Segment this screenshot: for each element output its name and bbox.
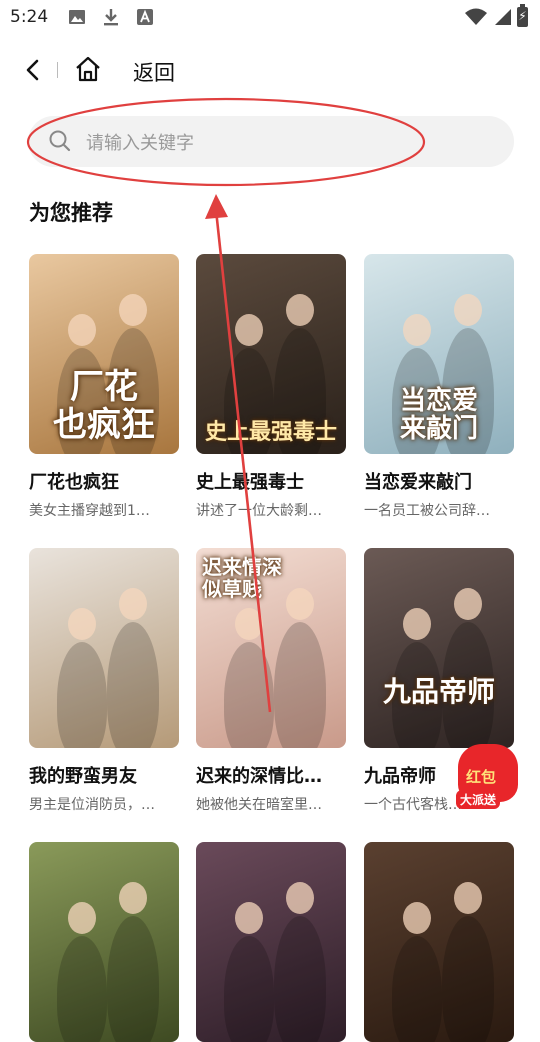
cover-figure (107, 622, 159, 748)
drama-cover[interactable]: 九品帝师 (364, 548, 514, 748)
drama-cover[interactable]: 迟来情深 似草贱 (196, 548, 346, 748)
drama-title[interactable]: 厂花也疯狂 (29, 468, 179, 494)
drama-title[interactable]: 史上最强毒士 (196, 468, 346, 494)
drama-desc: 她被他关在暗室里… (196, 797, 322, 813)
cover-figure (224, 936, 274, 1042)
drama-cover[interactable]: 史上最强毒士 (196, 254, 346, 454)
cover-figure-head (286, 294, 314, 326)
cover-title: 当恋爱 来敲门 (399, 385, 478, 445)
drama-cover[interactable] (196, 842, 346, 1042)
cover-figure-head (119, 588, 147, 620)
signal-icon (495, 9, 511, 25)
cover-title: 九品帝师 (382, 675, 495, 709)
cover-figure (274, 916, 326, 1042)
cover-figure-head (286, 882, 314, 914)
drama-title[interactable]: 我的野蛮男友 (29, 762, 179, 788)
cover-figure-head (68, 608, 96, 640)
charging-icon: ⚡ (518, 9, 527, 23)
drama-desc: 男主是位消防员，… (29, 797, 155, 813)
drama-card[interactable]: 我的野蛮男友 男主是位消防员，… (29, 548, 179, 814)
download-icon (104, 9, 118, 26)
cover-figure-head (403, 608, 431, 640)
cover-figure (57, 936, 107, 1042)
promo-line2: 大派送 (456, 790, 501, 809)
drama-card[interactable] (196, 842, 346, 1042)
red-envelope-promo[interactable]: 红包 大派送 (452, 738, 524, 812)
cover-figure-head (235, 608, 263, 640)
wifi-icon (465, 8, 487, 25)
drama-cover[interactable]: 厂花 也疯狂 (29, 254, 179, 454)
drama-card[interactable] (29, 842, 179, 1042)
status-time: 5:24 (10, 7, 49, 27)
drama-title[interactable]: 迟来的深情比… (196, 762, 346, 788)
home-icon[interactable] (73, 54, 103, 84)
drama-card[interactable]: 厂花 也疯狂 厂花也疯狂 美女主播穿越到1… (29, 254, 179, 520)
drama-card[interactable] (364, 842, 514, 1042)
cover-figure-head (235, 902, 263, 934)
cover-title: 迟来情深 似草贱 (202, 555, 282, 601)
cover-figure (224, 642, 274, 748)
cover-figure (107, 916, 159, 1042)
cover-figure-head (68, 314, 96, 346)
annotation-arrow-head (205, 194, 228, 219)
nav-divider (57, 62, 58, 78)
cover-figure-head (119, 294, 147, 326)
cover-figure-head (403, 902, 431, 934)
drama-desc: 一名员工被公司辞… (364, 503, 490, 519)
drama-cover[interactable]: 当恋爱 来敲门 (364, 254, 514, 454)
drama-desc: 讲述了一位大龄剩… (196, 503, 322, 519)
nav-bar: 返回 (0, 48, 540, 92)
image-icon (69, 10, 85, 24)
cover-figure-head (454, 882, 482, 914)
status-bar: 5:24 ⚡ (0, 0, 540, 36)
drama-desc: 美女主播穿越到1… (29, 503, 150, 519)
drama-card[interactable]: 当恋爱 来敲门 当恋爱来敲门 一名员工被公司辞… (364, 254, 514, 520)
search-placeholder: 请输入关键字 (86, 133, 194, 154)
cover-figure (392, 936, 442, 1042)
drama-card[interactable]: 迟来情深 似草贱 迟来的深情比… 她被他关在暗室里… (196, 548, 346, 814)
text-a-icon (137, 9, 153, 25)
cover-title: 厂花 也疯狂 (53, 367, 155, 445)
cover-figure-head (235, 314, 263, 346)
drama-title[interactable]: 当恋爱来敲门 (364, 468, 514, 494)
drama-card[interactable]: 史上最强毒士 史上最强毒士 讲述了一位大龄剩… (196, 254, 346, 520)
cover-figure-head (454, 588, 482, 620)
cover-figure-head (454, 294, 482, 326)
cover-figure (274, 622, 326, 748)
cover-figure-head (119, 882, 147, 914)
cover-figure-head (403, 314, 431, 346)
drama-cover[interactable] (29, 548, 179, 748)
back-arrow-icon[interactable] (20, 56, 48, 84)
drama-cover[interactable] (29, 842, 179, 1042)
drama-cover[interactable] (364, 842, 514, 1042)
back-label[interactable]: 返回 (133, 57, 175, 87)
cover-figure (442, 916, 494, 1042)
cover-figure-head (68, 902, 96, 934)
search-input[interactable]: 请输入关键字 (28, 116, 514, 167)
search-icon (49, 130, 71, 152)
section-title: 为您推荐 (29, 201, 113, 225)
cover-figure (57, 642, 107, 748)
cover-title: 史上最强毒士 (204, 418, 337, 445)
promo-line1: 红包 (466, 768, 497, 786)
